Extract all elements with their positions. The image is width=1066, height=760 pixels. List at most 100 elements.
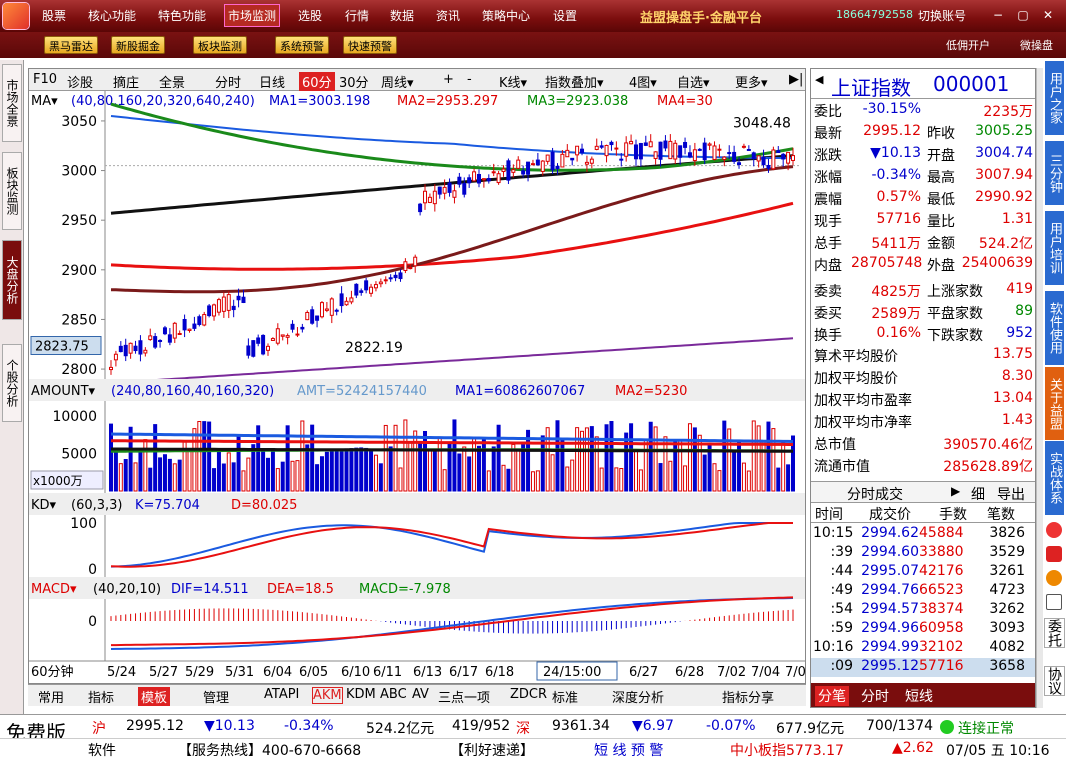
menu-item[interactable]: 选股 [298, 7, 322, 24]
candle-body [452, 190, 457, 198]
open-account-link[interactable]: 低佣开户 [946, 37, 990, 53]
menu-item[interactable]: 行情 [345, 7, 369, 24]
zhuang-button[interactable]: 摘庄 [113, 72, 139, 91]
period-tab[interactable]: 日线 [259, 72, 285, 91]
toolbar-button[interactable]: 板块监测 [193, 36, 247, 54]
volume-bar [614, 467, 619, 492]
bottom-tab[interactable]: 深度分析 [612, 687, 664, 706]
zoom-in-button[interactable]: + [443, 72, 454, 87]
f10-button[interactable]: F10 [33, 72, 57, 87]
bottom-tab[interactable]: ABC [380, 687, 407, 702]
play-icon[interactable]: ▶ [951, 484, 960, 498]
bottom-tab[interactable]: 管理 [203, 687, 229, 706]
short-alert-ticker[interactable]: 短 线 预 警 [594, 740, 663, 760]
left-tab-selected[interactable]: 大盘分析 [2, 240, 22, 320]
minimize-icon[interactable]: − [990, 8, 1006, 22]
menu-item[interactable]: 数据 [390, 7, 414, 24]
collapse-icon[interactable]: ▶| [789, 72, 803, 87]
good-news-ticker[interactable]: 【利好速递】 [450, 740, 534, 760]
tab-minute[interactable]: 分时 [861, 686, 889, 706]
bottom-tab[interactable]: 常用 [38, 687, 64, 706]
bottom-tab[interactable]: KDM [346, 687, 376, 702]
toolbar-button[interactable]: 系统预警 [275, 36, 329, 54]
toolbar-button[interactable]: 新股掘金 [111, 36, 165, 54]
switch-account-link[interactable]: 切换账号 [918, 7, 966, 24]
bottom-tab[interactable]: 三点一项 [438, 687, 490, 706]
period-tab[interactable]: 分时 [215, 72, 241, 91]
software-label[interactable]: 软件 [88, 740, 116, 760]
menu-item[interactable]: 股票 [42, 7, 66, 24]
period-tab-selected[interactable]: 60分 [299, 72, 335, 91]
lock-icon[interactable] [1046, 594, 1062, 610]
tick-row[interactable]: 10:16 2994.99 32102 4082 [811, 639, 1035, 658]
right-tab[interactable]: 协议 [1044, 666, 1065, 696]
user-icon[interactable] [1046, 570, 1062, 586]
menu-item[interactable]: 策略中心 [482, 7, 530, 24]
right-tab[interactable]: 三分钟 [1044, 140, 1065, 206]
menu-item[interactable]: 资讯 [436, 7, 460, 24]
period-tab[interactable]: 周线▾ [381, 72, 414, 91]
menu-item[interactable]: 核心功能 [88, 7, 136, 24]
panorama-button[interactable]: 全景 [159, 72, 185, 91]
tick-row[interactable]: :59 2994.96 60958 3093 [811, 620, 1035, 639]
bottom-tab[interactable]: 指标分享 [722, 687, 774, 706]
news-icon[interactable] [1046, 546, 1062, 562]
back-arrow-icon[interactable]: ◀ [815, 73, 823, 86]
right-tab[interactable]: 软件使用 [1044, 290, 1065, 366]
kline-chart[interactable]: MA▾ (40,80,160,20,320,640,240) MA1=3003.19… [29, 91, 805, 683]
tick-row[interactable]: :54 2994.57 38374 3262 [811, 601, 1035, 620]
tick-row[interactable]: :44 2995.07 42176 3261 [811, 563, 1035, 582]
menu-item[interactable]: 设置 [553, 7, 577, 24]
tick-cell: 3261 [989, 563, 1025, 579]
diagnose-button[interactable]: 诊股 [67, 72, 93, 91]
tick-cell: 3658 [989, 658, 1025, 674]
alert-icon[interactable] [1046, 522, 1062, 538]
kline-menu[interactable]: K线▾ [499, 72, 527, 91]
index-overlay-menu[interactable]: 指数叠加▾ [545, 72, 604, 91]
left-tab[interactable]: 个股分析 [2, 344, 22, 422]
tick-row[interactable]: :09 2995.12 57716 3658 [811, 658, 1035, 677]
micro-trade-link[interactable]: 微操盘 [1020, 37, 1053, 53]
left-tab[interactable]: 市场全景 [2, 64, 22, 142]
right-tab[interactable]: 实战体系 [1044, 440, 1065, 516]
toolbar-button[interactable]: 黑马雷达 [44, 36, 98, 54]
zoom-out-button[interactable]: - [467, 72, 472, 87]
bottom-tab[interactable]: ZDCR [510, 687, 547, 702]
menu-item[interactable]: 特色功能 [158, 7, 206, 24]
low-annotation: 2822.19 [345, 340, 403, 356]
right-tab[interactable]: 用户培训 [1044, 210, 1065, 286]
candle-body [427, 196, 432, 203]
app-logo-icon[interactable] [3, 3, 29, 29]
tab-tick[interactable]: 分笔 [815, 686, 849, 706]
four-chart-menu[interactable]: 4图▾ [629, 72, 657, 91]
left-tab[interactable]: 板块监测 [2, 152, 22, 230]
menu-item-selected[interactable]: 市场监测 [224, 4, 281, 27]
maximize-icon[interactable]: ▢ [1015, 8, 1031, 22]
tick-row[interactable]: 10:15 2994.62 45884 3826 [811, 525, 1035, 544]
service-hotline[interactable]: 【服务热线】400-670-6668 [178, 740, 361, 760]
candle-body [437, 186, 442, 195]
watchlist-menu[interactable]: 自选▾ [677, 72, 710, 91]
bottom-tab[interactable]: ATAPI [264, 687, 299, 702]
quote-scrollbar[interactable] [1036, 68, 1043, 708]
right-tab[interactable]: 关于益盟 [1044, 366, 1065, 442]
period-tab[interactable]: 30分 [339, 72, 369, 91]
tick-row[interactable]: :39 2994.60 33880 3529 [811, 544, 1035, 563]
more-menu[interactable]: 更多▾ [735, 72, 768, 91]
bottom-tab[interactable]: 标准 [552, 687, 578, 706]
bottom-tab[interactable]: AV [412, 687, 429, 702]
bottom-tab[interactable]: 指标 [88, 687, 114, 706]
export-button[interactable]: 导出 [997, 484, 1025, 504]
right-tab[interactable]: 用户之家 [1044, 60, 1065, 136]
bottom-tab-selected[interactable]: 模板 [138, 687, 171, 706]
sh-price: 2995.12 [126, 718, 184, 734]
quote-value: 0.57% [876, 189, 921, 205]
close-icon[interactable]: ✕ [1040, 8, 1056, 22]
toolbar-button[interactable]: 快速预警 [343, 36, 397, 54]
tick-row[interactable]: :49 2994.76 66523 4723 [811, 582, 1035, 601]
detail-button[interactable]: 细 [971, 484, 985, 504]
tab-shortline[interactable]: 短线 [905, 686, 933, 706]
volume-bar [373, 454, 378, 492]
bottom-tab[interactable]: AKM [312, 687, 343, 704]
right-tab[interactable]: 委托 [1044, 618, 1065, 648]
